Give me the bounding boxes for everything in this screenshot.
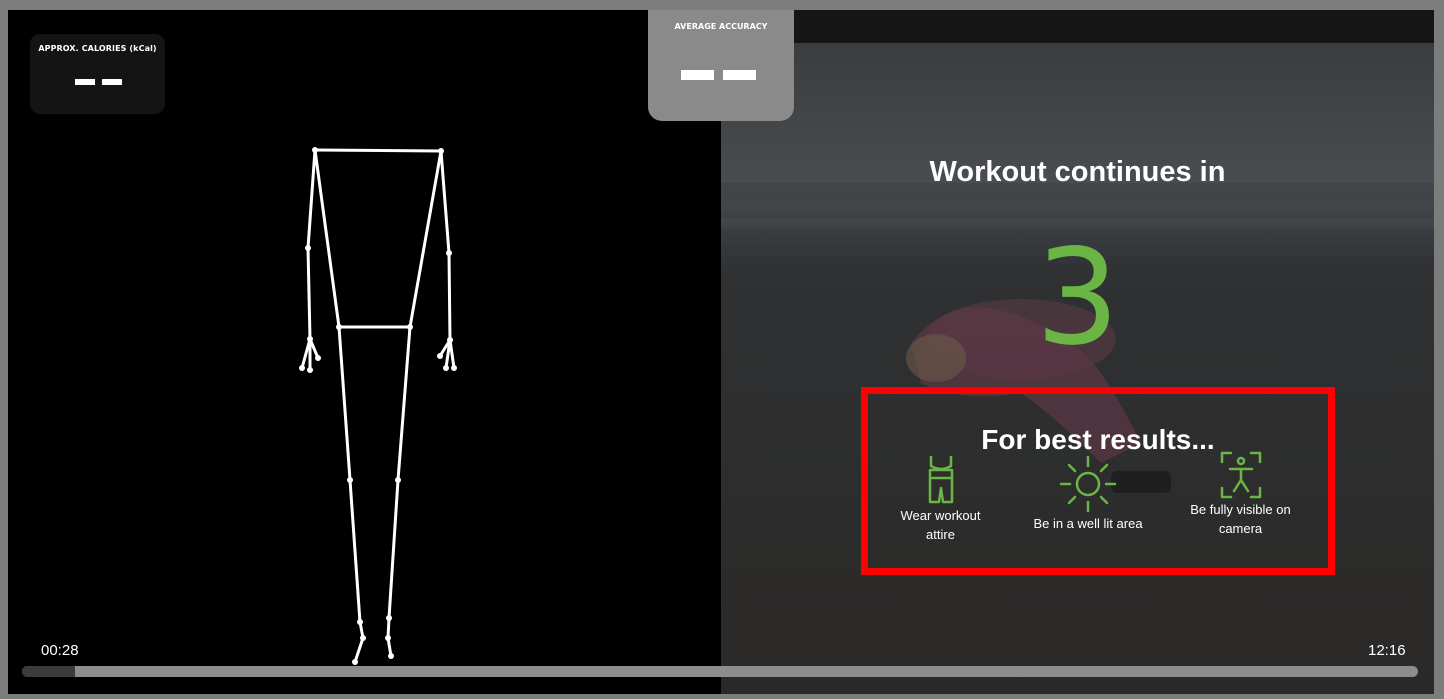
workout-progress-bar[interactable] — [22, 666, 1418, 677]
elapsed-time: 00:28 — [41, 642, 79, 659]
calories-card: APPROX. CALORIES (kCal) — [30, 34, 165, 114]
tip-workout-attire: Wear workout attire — [878, 454, 1003, 544]
tip-label: Be fully visible on — [1190, 502, 1291, 517]
calories-label: APPROX. CALORIES (kCal) — [38, 44, 157, 53]
tip-label: camera — [1218, 521, 1263, 536]
workout-attire-icon — [928, 456, 953, 504]
accuracy-value-placeholder — [681, 70, 756, 80]
pose-tracking-panel: APPROX. CALORIES (kCal) — [8, 10, 721, 694]
best-results-tips: For best results... Wear workout attire — [861, 387, 1335, 575]
calories-value-placeholder — [75, 79, 122, 85]
tip-label: attire — [926, 527, 955, 542]
tip-fully-visible: Be fully visible on camera — [1173, 450, 1308, 538]
sun-icon — [1059, 455, 1117, 513]
video-top-strip — [721, 10, 1434, 43]
tip-label: Wear workout — [900, 508, 981, 523]
workout-frame: APPROX. CALORIES (kCal) Workout continue… — [8, 10, 1434, 694]
countdown-title: Workout continues in — [929, 156, 1226, 188]
full-body-camera-icon — [1220, 451, 1261, 499]
accuracy-card: AVERAGE ACCURACY — [648, 10, 794, 121]
tip-well-lit-area: Be in a well lit area — [1018, 454, 1158, 533]
workout-video-panel: Workout continues in 3 For best results.… — [721, 10, 1434, 694]
countdown-number: 3 — [1035, 221, 1120, 375]
workout-progress-fill — [22, 666, 76, 677]
total-time: 12:16 — [1368, 642, 1406, 659]
tip-label: Be in a well lit area — [1033, 516, 1143, 531]
accuracy-label: AVERAGE ACCURACY — [674, 22, 768, 31]
